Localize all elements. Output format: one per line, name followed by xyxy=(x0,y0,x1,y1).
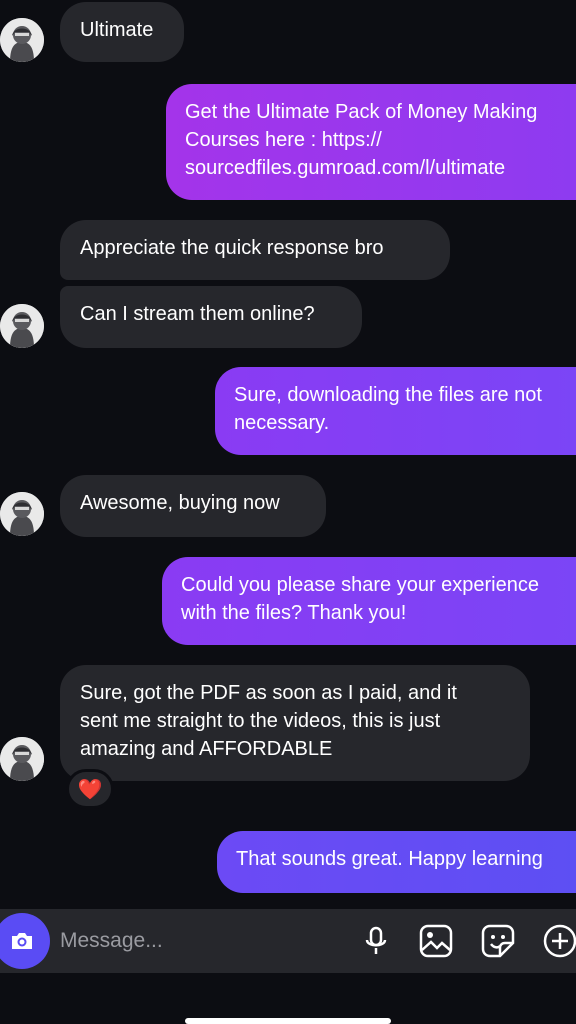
message-composer: Message... xyxy=(0,909,576,973)
home-indicator[interactable] xyxy=(185,1018,391,1024)
incoming-message[interactable]: Awesome, buying now xyxy=(60,475,326,537)
outgoing-message[interactable]: Sure, downloading the files are not nece… xyxy=(215,367,576,455)
sticker-button[interactable] xyxy=(480,923,516,959)
message-text-line: Get the Ultimate Pack of Money Making xyxy=(185,101,538,123)
message-text-line: Sure, got the PDF as soon as I paid, and… xyxy=(80,682,457,704)
contact-avatar-image xyxy=(0,737,44,781)
message-text-line: with the files? Thank you! xyxy=(181,602,407,624)
message-text-line[interactable]: Courses here : https:// xyxy=(185,126,557,154)
incoming-message[interactable]: Ultimate xyxy=(60,2,184,62)
contact-avatar[interactable] xyxy=(0,304,44,348)
gallery-icon xyxy=(419,924,453,958)
message-text-line: necessary. xyxy=(234,412,330,434)
heart-icon: ❤️ xyxy=(77,778,103,801)
chat-screen: Ultimate Get the Ultimate Pack of Money … xyxy=(0,0,576,1024)
contact-avatar-image xyxy=(0,492,44,536)
message-text: Ultimate xyxy=(80,19,154,41)
message-text-line: sent me straight to the videos, this is … xyxy=(80,710,441,732)
plus-icon xyxy=(543,924,576,958)
outgoing-message[interactable]: Could you please share your experience w… xyxy=(162,557,576,645)
message-text: Appreciate the quick response bro xyxy=(80,237,384,259)
heart-reaction[interactable]: ❤️ xyxy=(66,769,114,809)
contact-avatar[interactable] xyxy=(0,492,44,536)
outgoing-message[interactable]: Get the Ultimate Pack of Money Making Co… xyxy=(166,84,576,200)
microphone-button[interactable] xyxy=(358,923,394,959)
plus-button[interactable] xyxy=(542,923,576,959)
gallery-button[interactable] xyxy=(418,923,454,959)
contact-avatar[interactable] xyxy=(0,18,44,62)
incoming-message[interactable]: Can I stream them online? xyxy=(60,286,362,348)
message-text: That sounds great. Happy learning xyxy=(236,848,543,870)
message-text-line: Could you please share your experience xyxy=(181,574,539,596)
message-text: Awesome, buying now xyxy=(80,492,280,514)
contact-avatar-image xyxy=(0,18,44,62)
contact-avatar-image xyxy=(0,304,44,348)
message-text-line: Sure, downloading the files are not xyxy=(234,384,542,406)
camera-button[interactable] xyxy=(0,913,50,969)
message-input[interactable]: Message... xyxy=(60,927,163,955)
incoming-message[interactable]: Sure, got the PDF as soon as I paid, and… xyxy=(60,665,530,781)
camera-icon xyxy=(12,933,32,949)
microphone-icon xyxy=(365,926,387,954)
incoming-message[interactable]: Appreciate the quick response bro xyxy=(60,220,450,280)
outgoing-message[interactable]: That sounds great. Happy learning xyxy=(217,831,576,893)
message-text-line: amazing and AFFORDABLE xyxy=(80,738,333,760)
message-link[interactable]: sourcedfiles.gumroad.com/l/ultimate xyxy=(185,154,557,182)
contact-avatar[interactable] xyxy=(0,737,44,781)
message-text: Can I stream them online? xyxy=(80,303,315,325)
sticker-icon xyxy=(481,924,515,958)
